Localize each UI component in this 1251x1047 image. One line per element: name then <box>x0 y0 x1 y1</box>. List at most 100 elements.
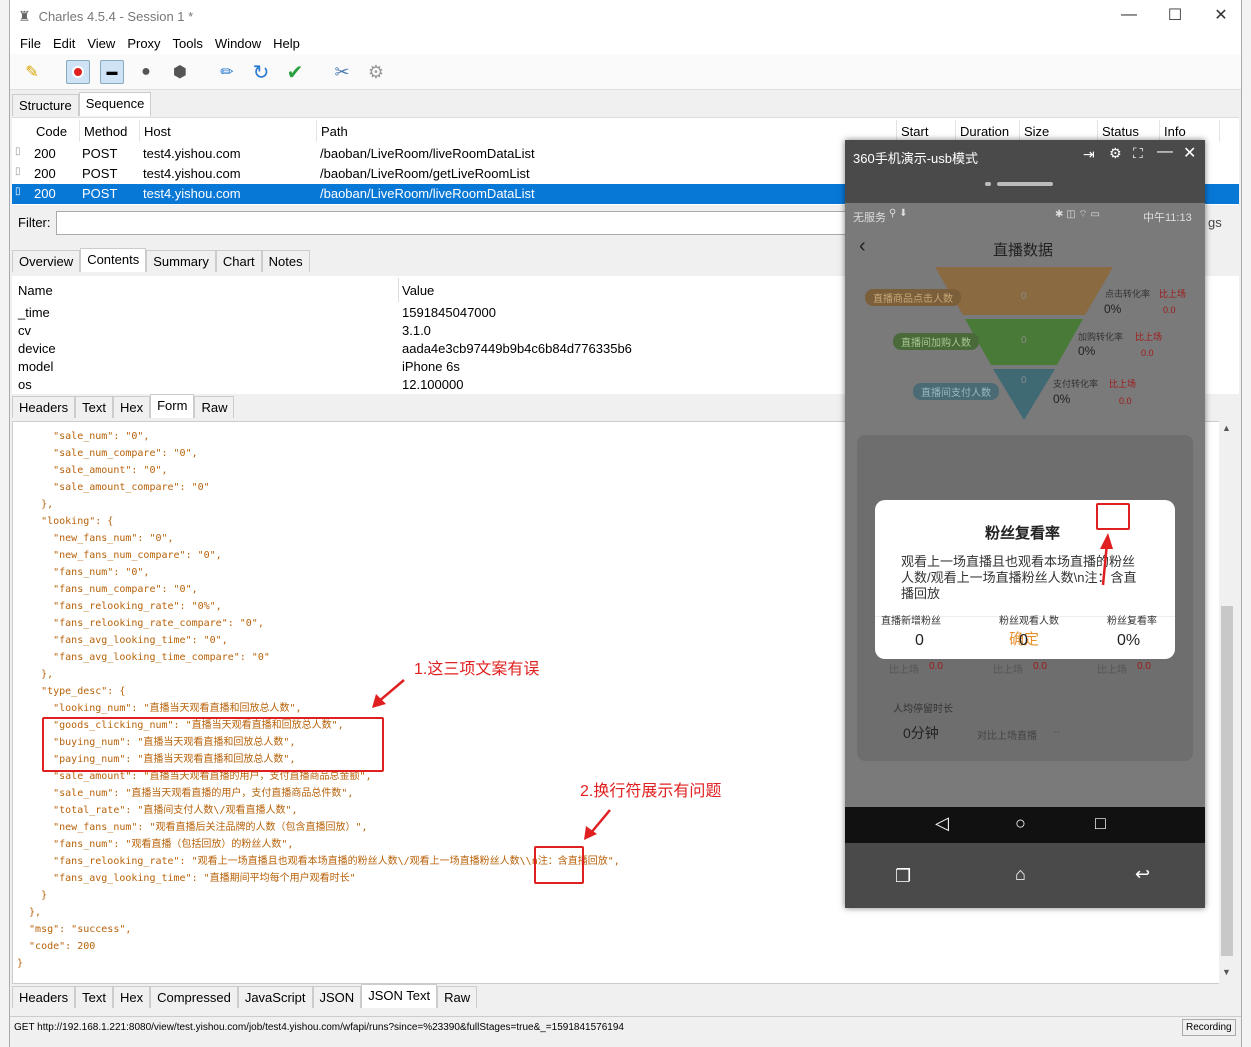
rate-delta: 0.0 <box>1163 305 1176 315</box>
tab-raw[interactable]: Raw <box>437 986 478 1008</box>
menu-proxy[interactable]: Proxy <box>121 36 166 51</box>
stat-label: 粉丝复看率 <box>1107 616 1157 627</box>
close-button[interactable]: ✕ <box>1198 0 1241 30</box>
nav-recents-icon[interactable]: □ <box>1095 813 1106 834</box>
back-icon[interactable]: ‹ <box>859 235 866 258</box>
tab-overview[interactable]: Overview <box>12 250 81 272</box>
tab-raw[interactable]: Raw <box>194 396 235 418</box>
check-icon[interactable]: ✔ <box>283 60 307 84</box>
charles-logo-icon: ♜ <box>18 7 31 24</box>
pin-icon[interactable]: ⇥ <box>1083 146 1095 163</box>
stat-delta: 0.0 <box>1137 661 1151 672</box>
row-code: 200 <box>34 146 56 161</box>
menu-edit[interactable]: Edit <box>47 36 81 51</box>
json-line: "type_desc": { <box>17 686 126 697</box>
tab-hex[interactable]: Hex <box>112 986 151 1008</box>
col-method[interactable]: Method <box>80 120 140 142</box>
json-line: "fans_avg_looking_time": "直播期间平均每个用户观看时长… <box>17 873 356 884</box>
stat-compare: 比上场 <box>1097 665 1127 676</box>
tab-contents[interactable]: Contents <box>80 248 147 272</box>
scroll-up-icon[interactable]: ▲ <box>1222 423 1231 433</box>
rate-label: 加购转化率 <box>1078 332 1124 342</box>
recording-indicator[interactable]: Recording <box>1182 1019 1236 1036</box>
tab-hex[interactable]: Hex <box>112 396 151 418</box>
home-icon[interactable]: ⌂ <box>1015 864 1026 885</box>
stat-value: 0% <box>1117 632 1141 649</box>
window-switch-icon[interactable]: ❐ <box>895 866 911 887</box>
avg-time-value: 0分钟 <box>903 725 939 741</box>
col-start[interactable]: Start <box>897 120 956 142</box>
minimize-icon[interactable]: — <box>1157 143 1173 161</box>
filter-label: Filter: <box>18 215 51 230</box>
menu-tools[interactable]: Tools <box>167 36 209 51</box>
tab-json-text[interactable]: JSON Text <box>361 984 438 1008</box>
json-line: "fans_num_compare": "0", <box>17 584 198 595</box>
col-name[interactable]: Name <box>18 283 53 298</box>
refresh-icon[interactable]: ↻ <box>249 60 273 84</box>
tab-form[interactable]: Form <box>150 394 195 418</box>
tools-icon[interactable]: ✂ <box>330 60 354 84</box>
turtle-icon[interactable]: ● <box>134 60 158 84</box>
tab-summary[interactable]: Summary <box>146 250 216 272</box>
json-scrollbar[interactable]: ▲ ▼ <box>1219 421 1235 984</box>
record-icon[interactable] <box>66 60 90 84</box>
scroll-down-icon[interactable]: ▼ <box>1222 967 1231 977</box>
tab-structure[interactable]: Structure <box>12 94 79 116</box>
menu-help[interactable]: Help <box>267 36 306 51</box>
stat-label: 直播新增粉丝 <box>881 616 941 627</box>
desktop-left-strip <box>0 0 9 1047</box>
col-info[interactable]: Info <box>1160 120 1220 142</box>
json-line: "sale_num": "0", <box>17 431 150 442</box>
pen-icon[interactable]: ✏ <box>215 60 239 84</box>
tab-compressed[interactable]: Compressed <box>150 986 238 1008</box>
tab-notes[interactable]: Notes <box>261 250 310 272</box>
tab-json[interactable]: JSON <box>312 986 362 1008</box>
filter-input[interactable] <box>56 211 856 235</box>
row-host: test4.yishou.com <box>143 166 241 181</box>
tab-javascript[interactable]: JavaScript <box>237 986 313 1008</box>
gear-icon[interactable]: ⚙ <box>1109 145 1122 162</box>
throttle-icon[interactable]: ▬ <box>100 60 124 84</box>
col-path[interactable]: Path <box>317 120 897 142</box>
scroll-thumb[interactable] <box>1221 606 1233 956</box>
nav-back-icon[interactable]: ◁ <box>935 813 949 834</box>
fullscreen-icon[interactable]: ⛶ <box>1133 145 1143 162</box>
rate-value: 0% <box>1104 302 1122 316</box>
nav-home-icon[interactable]: ○ <box>1015 813 1026 834</box>
funnel-value: 0 <box>1021 335 1027 346</box>
col-host[interactable]: Host <box>140 120 317 142</box>
avg-time-dash: -- <box>1053 727 1060 738</box>
tab-chart[interactable]: Chart <box>215 250 262 272</box>
menu-file[interactable]: File <box>14 36 47 51</box>
json-line: }, <box>17 499 54 510</box>
rate-delta: 0.0 <box>1141 348 1154 358</box>
return-icon[interactable]: ↩ <box>1135 864 1150 885</box>
annotation-label-2: 2.换行符展示有问题 <box>580 783 722 800</box>
tab-sequence[interactable]: Sequence <box>78 92 152 116</box>
stop-icon[interactable]: ⬢ <box>168 60 192 84</box>
minimize-button[interactable]: — <box>1106 0 1152 30</box>
col-size[interactable]: Size <box>1020 120 1098 142</box>
menu-view[interactable]: View <box>81 36 121 51</box>
broom-icon[interactable]: ✎ <box>20 60 44 84</box>
json-line: "fans_relooking_rate": "观看上一场直播且也观看本场直播的… <box>17 856 620 867</box>
close-icon[interactable]: ✕ <box>1183 143 1196 163</box>
json-line: }, <box>17 907 42 918</box>
tab-text[interactable]: Text <box>75 986 113 1008</box>
maximize-button[interactable]: ☐ <box>1152 0 1198 30</box>
col-status[interactable]: Status <box>1098 120 1160 142</box>
tab-headers[interactable]: Headers <box>12 986 76 1008</box>
tab-headers[interactable]: Headers <box>12 396 76 418</box>
filter-settings-button[interactable]: gs <box>1208 215 1222 230</box>
menu-bar: File Edit View Proxy Tools Window Help <box>10 32 1241 54</box>
tab-text[interactable]: Text <box>75 396 113 418</box>
settings-icon[interactable]: ⚙ <box>364 60 388 84</box>
menu-window[interactable]: Window <box>209 36 267 51</box>
rate-label: 点击转化率 <box>1105 289 1151 299</box>
col-value[interactable]: Value <box>402 283 434 298</box>
col-duration[interactable]: Duration <box>956 120 1020 142</box>
rate-compare: 比上场 <box>1135 332 1163 342</box>
json-line: "fans_avg_looking_time": "0", <box>17 635 228 646</box>
col-code[interactable]: Code <box>32 120 80 142</box>
json-line: "new_fans_num": "0", <box>17 533 174 544</box>
